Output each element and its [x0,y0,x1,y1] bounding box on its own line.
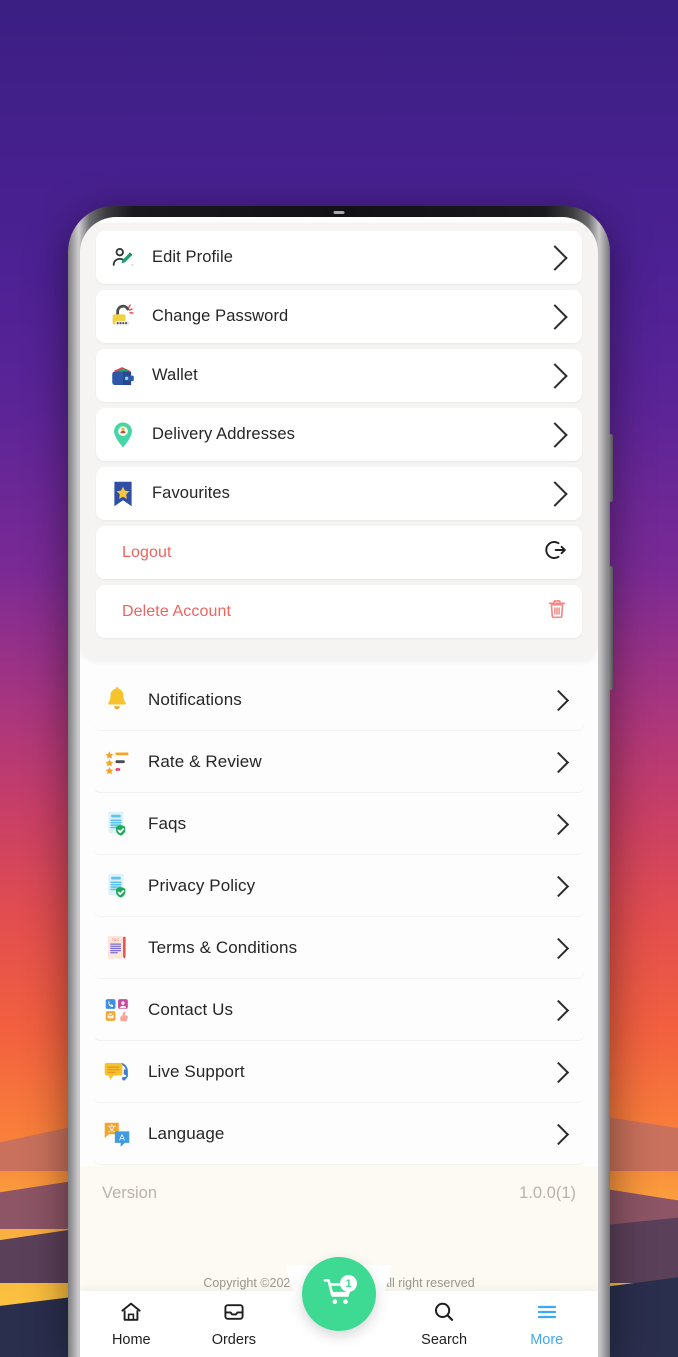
logout-icon [544,538,568,567]
nav-label: Search [421,1332,468,1348]
cart-floating-button[interactable]: 1 [302,1257,376,1331]
profile-item-logout[interactable]: Logout [96,526,582,579]
rate-review-icon [100,749,134,775]
profile-item-change-password[interactable]: Change Password [96,290,582,343]
location-pin-icon [106,421,140,449]
profile-item-label: Edit Profile [152,248,233,266]
menu-item-label: Contact Us [148,1000,234,1019]
chevron-right-icon [542,362,568,389]
contact-grid-icon [100,997,134,1023]
nav-label: Home [111,1332,151,1348]
profile-item-delete-account[interactable]: Delete Account [96,585,582,638]
profile-item-delivery-addresses[interactable]: Delivery Addresses [96,408,582,461]
translate-icon: 文 A [100,1120,134,1148]
delete-account-label: Delete Account [122,602,232,620]
edit-profile-icon [106,245,140,271]
profile-item-label: Change Password [152,307,289,325]
headset-chat-icon [100,1059,134,1085]
chevron-right-icon [542,421,568,448]
chevron-right-icon [542,480,568,507]
menu-item-label: Live Support [148,1062,245,1081]
profile-actions-panel: Edit Profile Change Password Wallet Deli… [80,223,598,660]
nav-label: More [530,1332,564,1348]
version-label: Version [102,1184,158,1202]
terms-document-icon: T&C [100,934,134,962]
menu-item-label: Rate & Review [148,752,262,771]
chevron-right-icon [542,244,568,271]
chevron-right-icon [547,751,570,773]
menu-item-language[interactable]: 文 A Language [94,1104,584,1164]
menu-item-label: Language [148,1124,225,1143]
menu-item-terms-conditions[interactable]: T&C Terms & Conditions [94,918,584,978]
chevron-right-icon [547,1061,570,1083]
chevron-right-icon [547,875,570,897]
phone-device-frame: Edit Profile Change Password Wallet Deli… [68,206,613,1357]
menu-item-label: Privacy Policy [148,876,256,895]
chevron-right-icon [547,999,570,1021]
profile-item-edit-profile[interactable]: Edit Profile [96,231,582,284]
profile-item-label: Delivery Addresses [152,425,296,443]
chevron-right-icon [547,689,570,711]
menu-item-label: Faqs [148,814,187,833]
menu-item-rate-review[interactable]: Rate & Review [94,732,584,792]
menu-item-privacy-policy[interactable]: Privacy Policy [94,856,584,916]
bookmark-star-icon [106,480,140,508]
trash-icon [546,598,568,625]
version-value: 1.0.0(1) [519,1184,576,1202]
menu-item-live-support[interactable]: Live Support [94,1042,584,1102]
profile-item-favourites[interactable]: Favourites [96,467,582,520]
profile-item-label: Favourites [152,484,231,502]
cart-badge-count: 1 [340,1275,357,1292]
settings-menu-list: Notifications Rate & Review Faqs Privacy… [80,670,598,1164]
bell-icon [100,686,134,714]
orders-icon [222,1300,246,1329]
logout-label: Logout [122,543,172,561]
menu-item-notifications[interactable]: Notifications [94,670,584,730]
menu-icon [535,1300,559,1329]
chevron-right-icon [542,303,568,330]
version-row: Version 1.0.0(1) [102,1184,576,1203]
profile-item-wallet[interactable]: Wallet [96,349,582,402]
chevron-right-icon [547,1123,570,1145]
profile-item-label: Wallet [152,366,198,384]
phone-volume-button[interactable] [608,434,613,502]
padlock-icon [106,303,140,331]
phone-screen: Edit Profile Change Password Wallet Deli… [80,217,598,1357]
nav-label: Orders [211,1332,257,1348]
menu-item-label: Terms & Conditions [148,938,298,957]
chevron-right-icon [547,813,570,835]
chevron-right-icon [547,937,570,959]
wallet-icon [106,362,140,390]
nav-item-search[interactable]: Search [393,1300,496,1348]
document-shield-icon [100,872,134,900]
menu-item-faqs[interactable]: Faqs [94,794,584,854]
nav-item-orders[interactable]: Orders [183,1300,286,1348]
svg-text:T&C: T&C [112,938,120,942]
menu-item-label: Notifications [148,690,242,709]
home-icon [119,1300,143,1329]
menu-item-contact-us[interactable]: Contact Us [94,980,584,1040]
nav-item-home[interactable]: Home [80,1300,183,1348]
document-shield-icon [100,810,134,838]
svg-text:A: A [119,1132,125,1142]
nav-item-more[interactable]: More [495,1300,598,1348]
phone-power-button[interactable] [608,566,613,690]
search-icon [432,1300,456,1329]
